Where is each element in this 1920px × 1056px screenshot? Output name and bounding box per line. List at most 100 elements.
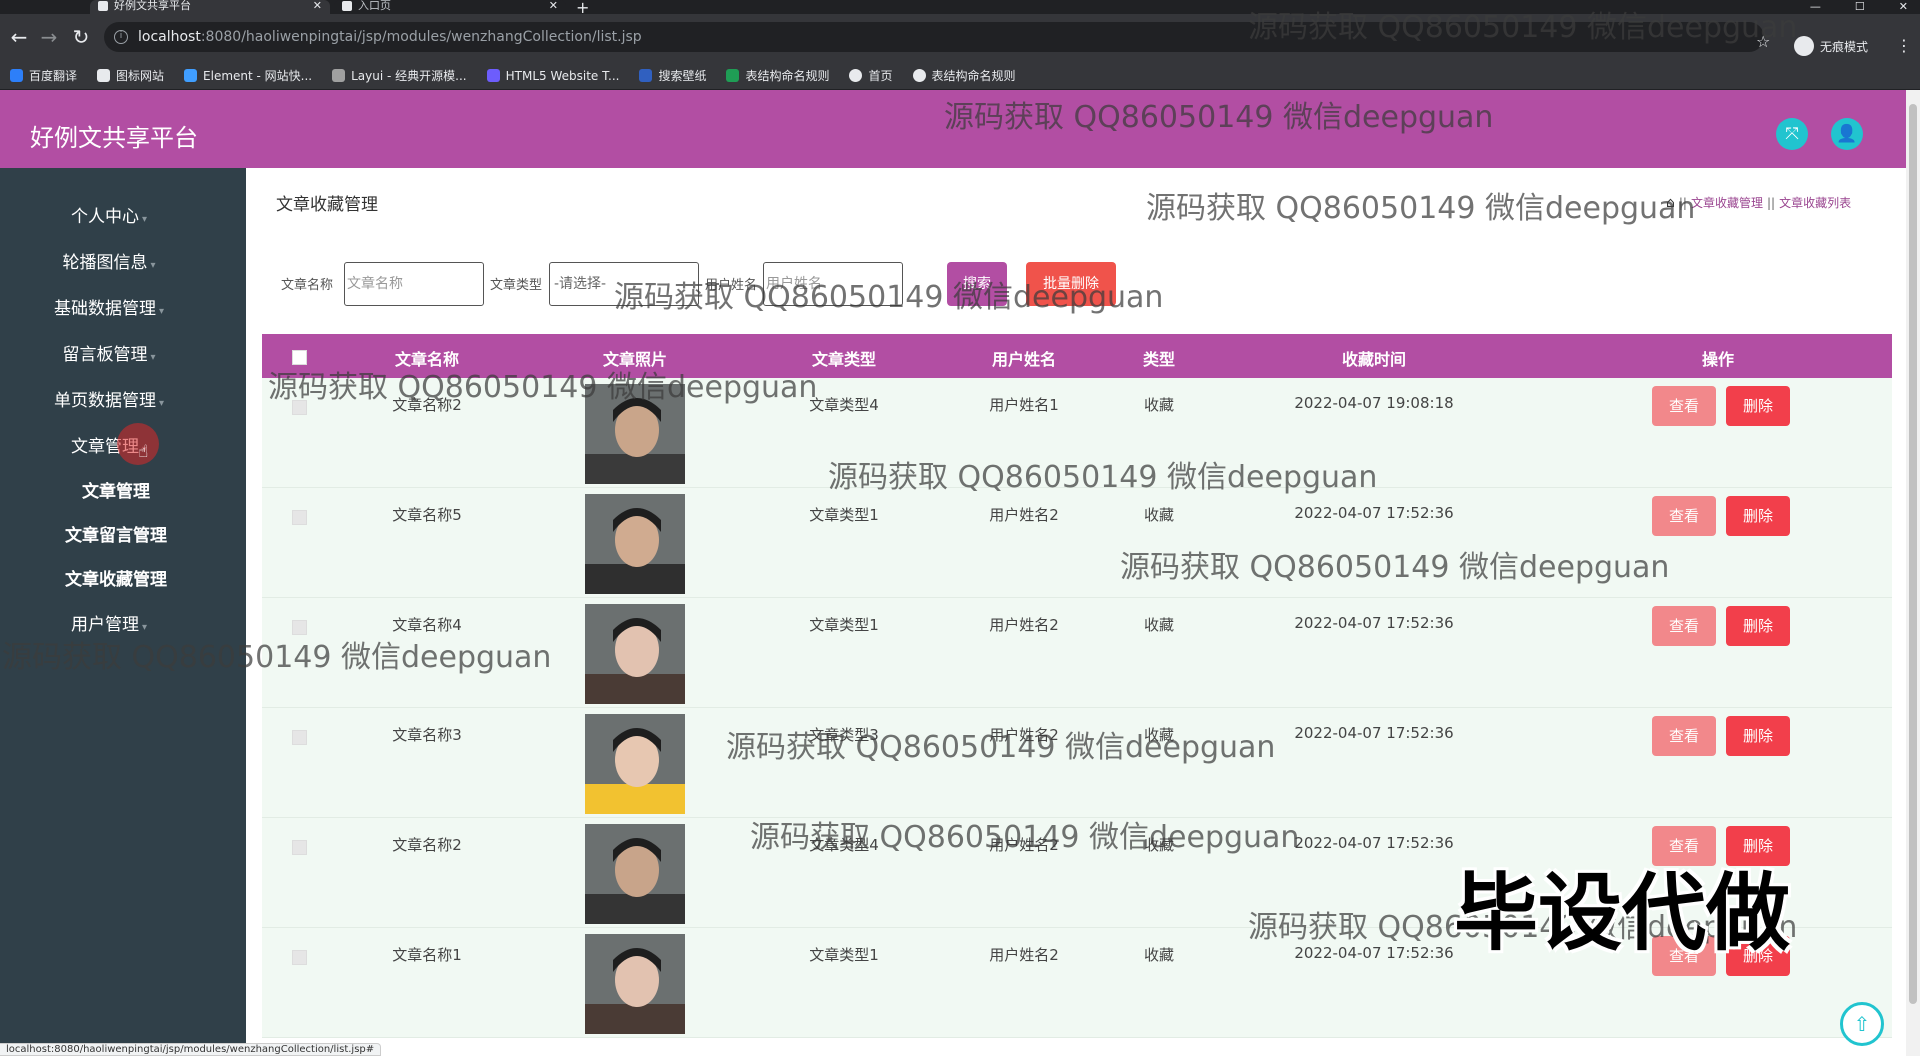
sidebar-item-personal-center[interactable]: 个人中心 ▾ [0, 202, 218, 227]
cell-article-name: 文章名称3 [392, 726, 462, 744]
article-type-select[interactable]: -请选择- [549, 262, 699, 306]
reload-icon[interactable]: ↻ [68, 24, 94, 50]
bookmark-item[interactable]: Element - 网站快... [184, 67, 312, 84]
cell-kind: 收藏 [1143, 616, 1175, 634]
cell-kind: 收藏 [1143, 396, 1175, 414]
bookmark-item[interactable]: 图标网站 [97, 67, 164, 84]
breadcrumb-item[interactable]: 文章收藏管理 [1691, 194, 1763, 211]
app-header: 好例文共享平台 ⤧ 👤 [0, 90, 1906, 168]
delete-button[interactable]: 删除 [1726, 716, 1790, 756]
col-actions: 操作 [1701, 350, 1735, 369]
bookmark-item[interactable]: 表结构命名规则 [726, 67, 829, 84]
sidebar-item-article[interactable]: 文章管理▾ [0, 432, 218, 457]
article-name-input[interactable]: 文章名称 [344, 262, 484, 306]
maximize-icon[interactable]: ☐ [1855, 0, 1865, 14]
forward-icon[interactable]: → [36, 24, 62, 50]
cell-user-name: 用户姓名2 [989, 726, 1059, 744]
cell-kind: 收藏 [1143, 506, 1175, 524]
view-button[interactable]: 查看 [1652, 496, 1716, 536]
bookmark-item[interactable]: Layui - 经典开源模... [332, 67, 467, 84]
row-checkbox[interactable] [292, 510, 307, 525]
fullscreen-icon[interactable]: ⤧ [1776, 118, 1808, 150]
url-host: localhost [138, 29, 201, 45]
cell-article-name: 文章名称5 [392, 506, 462, 524]
browser-toolbar: ← → ↻ i localhost:8080/haoliwenpingtai/j… [0, 14, 1920, 62]
row-checkbox[interactable] [292, 400, 307, 415]
article-photo [585, 604, 685, 704]
sidebar-item-single-page[interactable]: 单页数据管理 ▾ [0, 386, 218, 411]
browser-tab-inactive[interactable]: 入口页 ✕ [334, 0, 566, 14]
delete-button[interactable]: 删除 [1726, 386, 1790, 426]
sidebar-item-carousel[interactable]: 轮播图信息 ▾ [0, 248, 218, 273]
home-icon[interactable]: ⌂ [1666, 195, 1675, 211]
bookmark-star-icon[interactable]: ☆ [1756, 32, 1770, 51]
minimize-icon[interactable]: — [1810, 0, 1821, 14]
page-scrollbar[interactable] [1906, 90, 1920, 1056]
back-icon[interactable]: ← [6, 24, 32, 50]
browser-tabstrip: 好例文共享平台 ✕ 入口页 ✕ + — ☐ ✕ [0, 0, 1920, 17]
close-window-icon[interactable]: ✕ [1899, 0, 1908, 14]
incognito-label: 无痕模式 [1820, 39, 1869, 54]
article-photo [585, 824, 685, 924]
sheet-icon [726, 69, 740, 82]
scrollbar-thumb[interactable] [1909, 104, 1917, 1004]
sidebar-item-users[interactable]: 用户管理 ▾ [0, 610, 218, 635]
sidebar-subitem-article-collection[interactable]: 文章收藏管理 [0, 565, 232, 590]
view-button[interactable]: 查看 [1652, 386, 1716, 426]
cell-article-type: 文章类型4 [809, 396, 879, 414]
name-label: 文章名称 [281, 278, 334, 293]
site-info-icon[interactable]: i [114, 30, 128, 44]
cell-article-type: 文章类型4 [809, 836, 879, 854]
sidebar-item-message-board[interactable]: 留言板管理 ▾ [0, 340, 218, 365]
user-name-input[interactable]: 用户姓名 [763, 262, 903, 306]
cell-article-name: 文章名称4 [392, 616, 462, 634]
col-user-name: 用户姓名 [991, 350, 1057, 369]
globe-icon [849, 69, 863, 82]
cell-article-name: 文章名称1 [392, 946, 462, 964]
element-logo-icon [184, 69, 198, 82]
row-checkbox[interactable] [292, 730, 307, 745]
cell-article-type: 文章类型1 [809, 506, 879, 524]
tab-close-icon[interactable]: ✕ [549, 0, 558, 12]
sidebar-item-basic-data[interactable]: 基础数据管理 ▾ [0, 294, 218, 319]
row-checkbox[interactable] [292, 950, 307, 965]
sidebar-subitem-article-comments[interactable]: 文章留言管理 [0, 521, 232, 546]
status-bar-url: localhost:8080/haoliwenpingtai/jsp/modul… [0, 1043, 382, 1056]
caret-icon: ▾ [158, 398, 165, 409]
address-bar[interactable]: i localhost:8080/haoliwenpingtai/jsp/mod… [104, 22, 1764, 52]
article-photo [585, 714, 685, 814]
tab-close-icon[interactable]: ✕ [313, 0, 322, 12]
view-button[interactable]: 查看 [1652, 716, 1716, 756]
browser-tab-active[interactable]: 好例文共享平台 ✕ [90, 0, 330, 14]
cell-user-name: 用户姓名2 [989, 506, 1059, 524]
cell-collect-time: 2022-04-07 19:08:18 [1294, 394, 1454, 412]
bookmark-item[interactable]: 首页 [849, 67, 893, 84]
search-button[interactable]: 搜索 [947, 262, 1007, 306]
view-button[interactable]: 查看 [1652, 606, 1716, 646]
incognito-indicator[interactable]: 无痕模式 [1794, 36, 1868, 56]
cell-collect-time: 2022-04-07 17:52:36 [1294, 834, 1454, 852]
bookmark-item[interactable]: HTML5 Website T... [486, 69, 619, 83]
table-header: 文章名称 文章照片 文章类型 用户姓名 类型 收藏时间 操作 [262, 334, 1892, 378]
batch-delete-button[interactable]: 批量删除 [1026, 262, 1116, 306]
cell-article-type: 文章类型1 [809, 616, 879, 634]
back-to-top-icon[interactable]: ⇧ [1840, 1002, 1884, 1046]
sidebar-subitem-article[interactable]: 文章管理 [0, 477, 232, 502]
type-label: 文章类型 [490, 278, 543, 293]
cell-kind: 收藏 [1143, 946, 1175, 964]
row-checkbox[interactable] [292, 620, 307, 635]
bookmark-item[interactable]: 百度翻译 [10, 67, 77, 84]
delete-button[interactable]: 删除 [1726, 496, 1790, 536]
bookmarks-bar: 百度翻译 图标网站 Element - 网站快... Layui - 经典开源模… [0, 62, 1920, 90]
tab-title: 好例文共享平台 [114, 0, 191, 12]
select-all-checkbox[interactable] [292, 350, 307, 365]
row-checkbox[interactable] [292, 840, 307, 855]
breadcrumb-item[interactable]: 文章收藏列表 [1779, 194, 1851, 211]
user-avatar-icon[interactable]: 👤 [1831, 118, 1863, 150]
bookmark-item[interactable]: 搜索壁纸 [639, 67, 706, 84]
cell-kind: 收藏 [1143, 836, 1175, 854]
bookmark-item[interactable]: 表结构命名规则 [912, 67, 1016, 84]
browser-menu-icon[interactable]: ⋮ [1896, 36, 1912, 55]
delete-button[interactable]: 删除 [1726, 606, 1790, 646]
table-row: 文章名称2 文章类型4 用户姓名1 收藏 2022-04-07 19:08:18 查看 删除 [262, 378, 1892, 488]
